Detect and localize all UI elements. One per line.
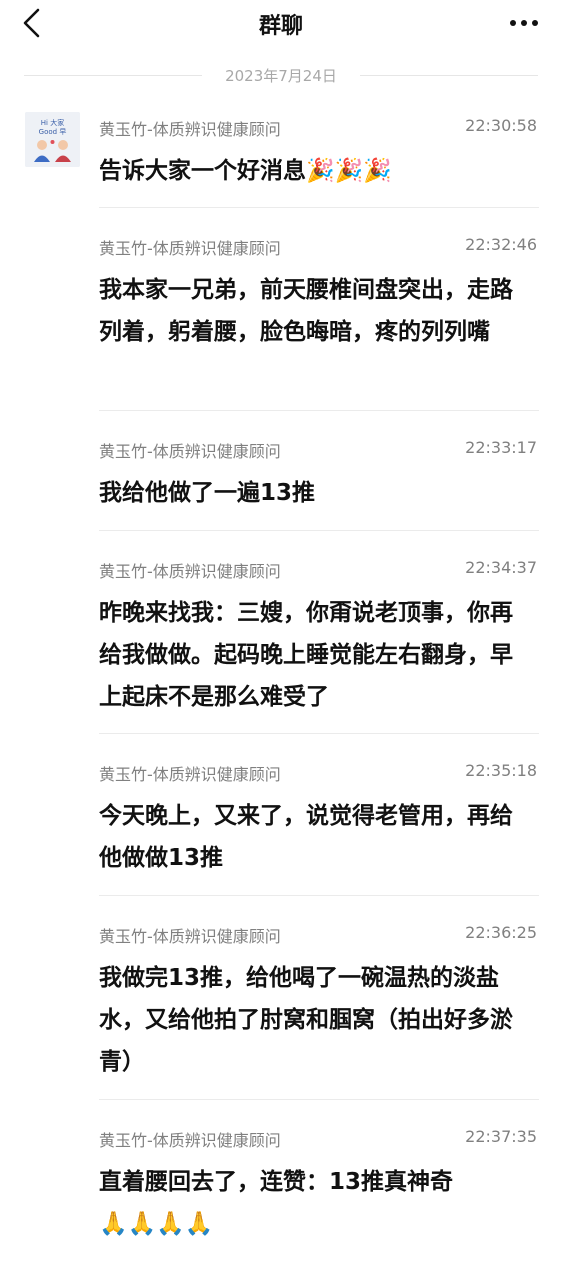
message-item[interactable]: 黄玉竹-体质辨识健康顾问 22:30:58 告诉大家一个好消息🎉🎉🎉: [99, 116, 539, 196]
avatar-text-line-2: Good 早: [39, 128, 67, 136]
more-button[interactable]: [508, 12, 540, 34]
message-sender: 黄玉竹-体质辨识健康顾问: [99, 442, 281, 461]
date-divider: 2023年7月24日: [24, 62, 538, 88]
message-text: 昨晚来找我：三嫂，你甭说老顶事，你再给我做做。起码晚上睡觉能左右翻身，早上起床不…: [99, 600, 513, 710]
message-sender: 黄玉竹-体质辨识健康顾问: [99, 562, 281, 581]
message-time: 22:34:37: [465, 558, 537, 577]
message-sender: 黄玉竹-体质辨识健康顾问: [99, 765, 281, 784]
folded-hands-emoji: 🙏🙏🙏🙏: [99, 1211, 214, 1237]
avatar-text-line-1: Hi 大家: [41, 118, 64, 127]
message-item[interactable]: 黄玉竹-体质辨识健康顾问 22:32:46 我本家一兄弟，前天腰椎间盘突出，走路…: [99, 235, 539, 395]
divider-line-right: [360, 75, 538, 76]
message-sender: 黄玉竹-体质辨识健康顾问: [99, 239, 281, 258]
message-text: 我本家一兄弟，前天腰椎间盘突出，走路列着，躬着腰，脸色晦暗，疼的列列嘴: [99, 277, 513, 345]
message-time: 22:35:18: [465, 761, 537, 780]
message-text: 今天晚上，又来了，说觉得老管用，再给他做做13推: [99, 803, 513, 871]
message-sender: 黄玉竹-体质辨识健康顾问: [99, 927, 281, 946]
message-time: 22:32:46: [465, 235, 537, 254]
chat-title: 群聊: [258, 14, 303, 39]
message-item[interactable]: 黄玉竹-体质辨识健康顾问 22:35:18 今天晚上，又来了，说觉得老管用，再给…: [99, 761, 539, 881]
message-text: 直着腰回去了，连赞：13推真神奇 🙏🙏🙏🙏: [99, 1161, 531, 1245]
message-item[interactable]: 黄玉竹-体质辨识健康顾问 22:36:25 我做完13推，给他喝了一碗温热的淡盐…: [99, 923, 539, 1083]
party-popper-emoji: 🎉🎉🎉: [306, 158, 392, 184]
message-text: 告诉大家一个好消息🎉🎉🎉: [99, 150, 531, 192]
message-separator: [99, 207, 539, 208]
message-separator: [99, 733, 539, 734]
message-sender: 黄玉竹-体质辨识健康顾问: [99, 120, 281, 139]
group-avatar-icon: Hi 大家 Good 早: [25, 112, 80, 167]
message-time: 22:33:17: [465, 438, 537, 457]
message-text-body: 告诉大家一个好消息: [99, 158, 306, 184]
message-item[interactable]: 黄玉竹-体质辨识健康顾问 22:34:37 昨晚来找我：三嫂，你甭说老顶事，你再…: [99, 558, 539, 718]
message-separator: [99, 895, 539, 896]
message-text-body: 直着腰回去了，连赞：13推真神奇: [99, 1169, 454, 1195]
message-time: 22:30:58: [465, 116, 537, 135]
message-separator: [99, 530, 539, 531]
message-item[interactable]: 黄玉竹-体质辨识健康顾问 22:37:35 直着腰回去了，连赞：13推真神奇 🙏🙏…: [99, 1127, 539, 1247]
message-text: 我做完13推，给他喝了一碗温热的淡盐水，又给他拍了肘窝和腘窝（拍出好多淤青）: [99, 965, 513, 1075]
chat-header: 群聊: [0, 0, 562, 46]
bottom-area: [0, 1262, 562, 1276]
message-item[interactable]: 黄玉竹-体质辨识健康顾问 22:33:17 我给他做了一遍13推: [99, 438, 539, 518]
sender-avatar[interactable]: Hi 大家 Good 早: [25, 112, 80, 167]
message-text: 我给他做了一遍13推: [99, 480, 316, 506]
message-sender: 黄玉竹-体质辨识健康顾问: [99, 1131, 281, 1150]
message-time: 22:36:25: [465, 923, 537, 942]
message-separator: [99, 1099, 539, 1100]
message-time: 22:37:35: [465, 1127, 537, 1146]
message-separator: [99, 410, 539, 411]
more-horizontal-icon: [510, 20, 538, 26]
